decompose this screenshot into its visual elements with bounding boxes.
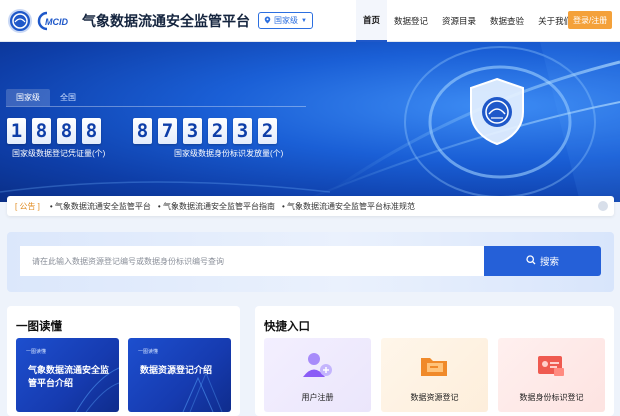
quick-id-register[interactable]: 数据身份标识登记 (498, 338, 605, 412)
stat1-label: 国家级数据登记凭证量(个) (12, 149, 106, 158)
quick-label: 用户注册 (301, 393, 334, 402)
stat1-digits: 1 8 8 8 (7, 118, 101, 144)
stat2-digit: 7 (158, 118, 177, 144)
search-panel: 搜索 (7, 232, 614, 292)
site-title: 气象数据流通安全监管平台 (82, 13, 250, 29)
search-input[interactable] (20, 246, 484, 276)
stat1-digit: 8 (82, 118, 101, 144)
tile-mini-label: 一图读懂 (138, 349, 159, 355)
stat2-label: 国家级数据身份标识发放量(个) (174, 149, 284, 158)
announcement-bar: [ 公告 ] • 气象数据流通安全监管平台 • 气象数据流通安全监管平台指南 •… (7, 196, 614, 216)
stat2-digit: 3 (233, 118, 252, 144)
tab-divider (6, 106, 306, 107)
announcement-more-icon[interactable] (598, 201, 608, 211)
nav-resource-catalog[interactable]: 资源目录 (435, 0, 483, 42)
announcement-tag: [ 公告 ] (15, 201, 40, 211)
shield-badge-icon (470, 77, 524, 146)
mcid-logo[interactable]: MCID (36, 10, 76, 32)
guide-title: 一图读懂 (16, 321, 62, 333)
stat2-digit: 8 (133, 118, 152, 144)
nav-data-verify[interactable]: 数据查验 (483, 0, 531, 42)
stat1-digit: 8 (32, 118, 51, 144)
guide-card: 一图读懂 一图读懂 气象数据流通安全监管平台介绍 一图读懂 数据资源登记介绍 (7, 306, 240, 416)
tile-text: 气象数据流通安全监管平台介绍 (28, 365, 110, 388)
stat1-digit: 1 (7, 118, 26, 144)
tab-national[interactable]: 国家级 (6, 89, 50, 106)
quick-user-register[interactable]: 用户注册 (264, 338, 371, 412)
top-header: MCID 气象数据流通安全监管平台 国家级 ▼ 首页 数据登记 资源目录 数据查… (0, 0, 620, 42)
tab-nationwide[interactable]: 全国 (50, 89, 86, 106)
announcement-list: • 气象数据流通安全监管平台 • 气象数据流通安全监管平台指南 • 气象数据流通… (50, 201, 415, 212)
id-card-icon (538, 356, 564, 376)
search-icon (526, 254, 536, 268)
search-button[interactable]: 搜索 (484, 246, 601, 276)
caret-down-icon: ▼ (301, 17, 307, 24)
search-button-label: 搜索 (539, 257, 559, 268)
stat1-digit: 8 (57, 118, 76, 144)
hero-banner: 国家级 全国 1 8 8 8 国家级数据登记凭证量(个) 8 7 3 2 3 2… (0, 42, 620, 202)
announcement-item[interactable]: • 气象数据流通安全监管平台 (50, 201, 151, 212)
stat2-digit: 3 (183, 118, 202, 144)
quick-label: 数据身份标识登记 (519, 393, 584, 402)
quick-resource-register[interactable]: 数据资源登记 (381, 338, 488, 412)
announcement-item[interactable]: • 气象数据流通安全监管平台指南 (158, 201, 275, 212)
quick-label: 数据资源登记 (410, 393, 459, 402)
hero-tabs: 国家级 全国 (6, 89, 86, 106)
cma-logo[interactable] (8, 9, 32, 33)
quick-access-title: 快捷入口 (264, 321, 310, 333)
region-selector[interactable]: 国家级 ▼ (258, 12, 313, 29)
tile-text: 数据资源登记介绍 (140, 365, 213, 375)
stat2-digits: 8 7 3 2 3 2 (133, 118, 277, 144)
folder-icon (421, 358, 447, 376)
tile-mini-label: 一图读懂 (26, 349, 47, 355)
nav-data-register[interactable]: 数据登记 (387, 0, 435, 42)
quick-access-card: 快捷入口 用户注册 数据资源登记 数据身份标识登记 (255, 306, 614, 416)
location-pin-icon (264, 16, 271, 26)
region-label: 国家级 (274, 16, 298, 25)
guide-tile-register[interactable]: 一图读懂 数据资源登记介绍 (128, 338, 231, 412)
guide-tile-platform[interactable]: 一图读懂 气象数据流通安全监管平台介绍 (16, 338, 119, 412)
login-register-button[interactable]: 登录/注册 (568, 11, 613, 29)
svg-text:MCID: MCID (45, 17, 68, 27)
stat2-digit: 2 (208, 118, 227, 144)
user-add-icon (303, 353, 332, 377)
stat2-digit: 2 (258, 118, 277, 144)
nav-home[interactable]: 首页 (356, 0, 388, 42)
announcement-item[interactable]: • 气象数据流通安全监管平台标准规范 (282, 201, 415, 212)
main-nav: 首页 数据登记 资源目录 数据查验 关于我们 (356, 0, 579, 42)
